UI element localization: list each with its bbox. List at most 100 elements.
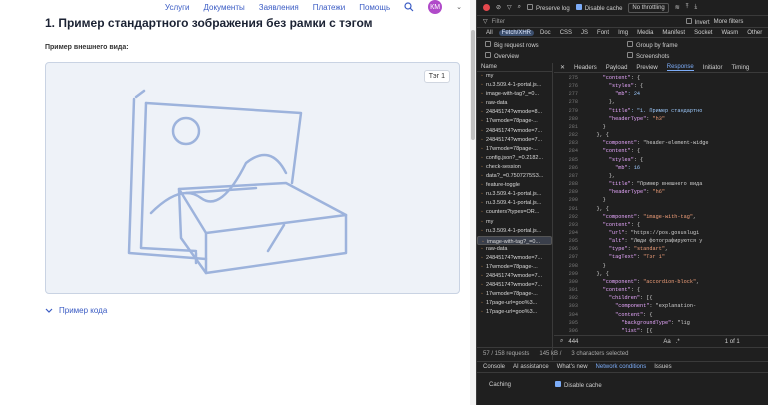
tab-payload[interactable]: Payload — [606, 65, 628, 71]
big-rows-label: Big request rows — [494, 43, 539, 49]
type-all[interactable]: All — [483, 30, 496, 36]
nav-documents[interactable]: Документы — [204, 3, 245, 12]
chevron-down-icon — [45, 308, 53, 313]
nav-help[interactable]: Помощь — [359, 3, 390, 12]
code-line: 279 "title": "1. Пример стандартно — [554, 107, 768, 115]
nav-applications[interactable]: Заявления — [259, 3, 299, 12]
tab-ai-assistance[interactable]: AI assistance — [513, 364, 549, 370]
chevron-down-icon[interactable]: ⌄ — [456, 3, 462, 11]
overview-option[interactable]: Overview — [485, 52, 519, 60]
request-row[interactable]: ◦ 24845174?wmode=7... — [477, 272, 552, 281]
type-fetch-xhr[interactable]: Fetch/XHR — [498, 29, 535, 36]
request-row[interactable]: ◦ data?_=0.7507275S3... — [477, 172, 552, 181]
clear-icon[interactable]: ⊘ — [496, 4, 501, 11]
upload-icon[interactable]: ⤒ — [686, 4, 689, 11]
request-row[interactable]: ◦ 17wmode=78page-... — [477, 290, 552, 299]
type-css[interactable]: CSS — [557, 30, 575, 36]
disable-cache-text: Disable cache — [564, 383, 602, 389]
request-row[interactable]: ◦ 17page-url=goo%3... — [477, 308, 552, 317]
search-icon[interactable] — [404, 2, 414, 12]
name-column-header[interactable]: Name — [477, 63, 552, 72]
type-socket[interactable]: Socket — [691, 30, 715, 36]
filter-icon[interactable]: ▽ — [507, 4, 512, 11]
request-row[interactable]: ◦ ru.3.509.4-1-portal.js... — [477, 190, 552, 199]
tab-preview[interactable]: Preview — [636, 65, 657, 71]
tab-network-conditions[interactable]: Network conditions — [596, 364, 647, 370]
request-row[interactable]: ◦ my — [477, 218, 552, 227]
avatar[interactable]: КМ — [428, 0, 443, 14]
tab-console[interactable]: Console — [483, 364, 505, 370]
big-rows-option[interactable]: Big request rows — [485, 41, 539, 49]
line-text: "headerType": "h3" — [608, 115, 665, 122]
code-line: 305 "backgroundType": "lig — [554, 319, 768, 327]
regex-icon[interactable]: .* — [676, 339, 680, 345]
tab-initiator[interactable]: Initiator — [703, 65, 723, 71]
request-row[interactable]: ◦ 24845174?wmode=8... — [477, 108, 552, 117]
request-row[interactable]: ◦ raw-data — [477, 99, 552, 108]
type-media[interactable]: Media — [634, 30, 656, 36]
disable-cache-option[interactable]: Disable cache — [555, 381, 602, 389]
request-row[interactable]: ◦ 17wmode=78page-... — [477, 145, 552, 154]
search-input[interactable]: 444 — [568, 339, 658, 345]
request-row[interactable]: ◦ ru.3.509.4-1-portal.js... — [477, 227, 552, 236]
scrollbar-thumb[interactable] — [471, 30, 475, 140]
request-name: my — [486, 218, 494, 225]
request-row[interactable]: ◦ ru.3.509.4-1-portal.js... — [477, 81, 552, 90]
request-row[interactable]: ◦ 24845174?wmode=7... — [477, 281, 552, 290]
tab-issues[interactable]: Issues — [654, 364, 671, 370]
throttling-select[interactable]: No throttling — [628, 2, 669, 13]
request-row[interactable]: ◦ 17page-url=goo%3... — [477, 299, 552, 308]
code-line: 280 "headerType": "h3" — [554, 115, 768, 123]
record-icon[interactable] — [483, 4, 490, 11]
code-link[interactable]: Пример кода — [59, 306, 107, 315]
tab-timing[interactable]: Timing — [731, 65, 749, 71]
line-number: 278 — [568, 99, 578, 106]
response-body[interactable]: 275 "content": {276 "styles": {277 "mb":… — [554, 74, 768, 335]
disable-cache-checkbox[interactable]: Disable cache — [575, 3, 622, 12]
search-icon[interactable]: ⌕ — [518, 4, 521, 11]
nav-services[interactable]: Услуги — [165, 3, 190, 12]
request-row[interactable]: ◦ 24845174?wmode=7... — [477, 254, 552, 263]
request-row[interactable]: ◦ 24845174?wmode=7... — [477, 127, 552, 136]
type-img[interactable]: Img — [615, 30, 631, 36]
wifi-icon[interactable]: ≋ — [675, 4, 680, 11]
filter-input[interactable]: Filter — [492, 19, 682, 25]
request-row[interactable]: ◦ 17wmode=78page-... — [477, 117, 552, 126]
tab-whats-new[interactable]: What's new — [557, 364, 588, 370]
request-row[interactable]: ◦ 17wmode=78page-... — [477, 263, 552, 272]
code-line: 290 } — [554, 196, 768, 204]
request-row[interactable]: ◦ image-with-tag?_=0... — [477, 90, 552, 99]
request-row[interactable]: ◦ counters?types=OR... — [477, 208, 552, 217]
type-font[interactable]: Font — [594, 30, 612, 36]
match-case-icon[interactable]: Aa — [663, 339, 670, 345]
request-row[interactable]: ◦ my — [477, 72, 552, 81]
request-row[interactable]: ◦ feature-toggle — [477, 181, 552, 190]
line-number: 300 — [568, 278, 578, 285]
download-icon[interactable]: ⤓ — [694, 4, 697, 11]
close-icon[interactable]: ✕ — [560, 64, 565, 71]
group-frame-option[interactable]: Group by frame — [627, 41, 678, 49]
request-name: config.json?_=0.2182... — [486, 154, 544, 161]
request-row[interactable]: ◦ image-with-tag?_=0... — [477, 235, 552, 245]
request-row[interactable]: ◦ raw-data — [477, 245, 552, 254]
preserve-log-checkbox[interactable]: Preserve log — [527, 3, 570, 12]
invert-checkbox[interactable]: Invert — [685, 17, 710, 26]
screenshots-option[interactable]: Screenshots — [627, 52, 669, 60]
request-row[interactable]: ◦ config.json?_=0.2182... — [477, 154, 552, 163]
request-row[interactable]: ◦ ru.3.509.4-1-portal.js... — [477, 199, 552, 208]
type-js[interactable]: JS — [578, 30, 591, 36]
tab-response[interactable]: Response — [666, 64, 694, 71]
type-doc[interactable]: Doc — [537, 30, 554, 36]
type-manifest[interactable]: Manifest — [659, 30, 688, 36]
request-row[interactable]: ◦ 24845174?wmode=7... — [477, 136, 552, 145]
type-wasm[interactable]: Wasm — [718, 30, 741, 36]
more-filters-button[interactable]: More filters — [714, 19, 744, 25]
request-rows: ◦ my ◦ ru.3.509.4-1-portal.js... ◦ image-with… — [477, 72, 552, 318]
nav-payments[interactable]: Платежи — [313, 3, 345, 12]
type-other[interactable]: Other — [744, 30, 765, 36]
tab-headers[interactable]: Headers — [574, 65, 597, 71]
request-row[interactable]: ◦ check-session — [477, 163, 552, 172]
request-name: ru.3.509.4-1-portal.js... — [486, 200, 542, 207]
line-number: 283 — [568, 140, 578, 147]
code-accordion[interactable]: Пример кода — [45, 306, 107, 315]
